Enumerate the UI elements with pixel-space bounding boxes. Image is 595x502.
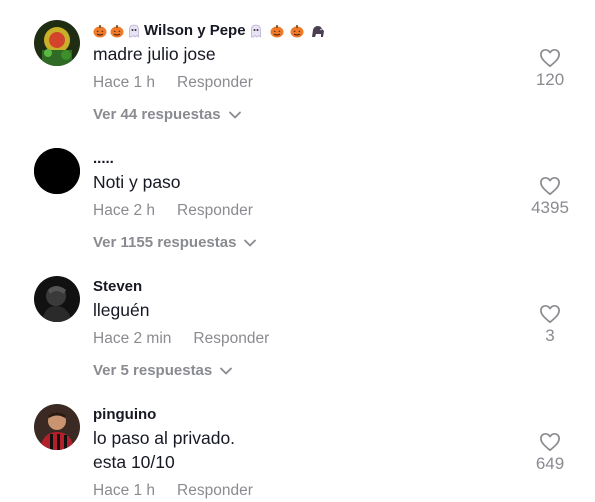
heart-outline-icon[interactable] xyxy=(539,432,561,452)
comment-meta: Hace 1 h Responder xyxy=(93,74,253,92)
comment-meta: Hace 2 h Responder xyxy=(93,202,253,220)
comment-timestamp: Hace 2 min xyxy=(93,330,172,347)
pumpkin-icon xyxy=(290,24,304,38)
view-replies-label: Ver 44 respuestas xyxy=(93,106,221,123)
username-text: ..... xyxy=(93,150,114,167)
chevron-down-icon xyxy=(244,239,257,246)
ghost-icon xyxy=(249,24,263,38)
username-text: Wilson y Pepe xyxy=(144,22,246,39)
like-control: 4395 xyxy=(525,176,575,218)
like-control: 649 xyxy=(525,432,575,474)
comment-meta: Hace 1 h Responder xyxy=(93,482,253,500)
comment-timestamp: Hace 2 h xyxy=(93,202,156,219)
pumpkin-icon xyxy=(93,24,107,38)
comment-text: Noti y paso xyxy=(93,172,181,192)
username-text: Steven xyxy=(93,278,143,295)
heart-outline-icon[interactable] xyxy=(539,304,561,324)
view-replies-button[interactable]: Ver 44 respuestas xyxy=(93,106,241,123)
view-replies-label: Ver 5 respuestas xyxy=(93,362,213,379)
chevron-down-icon xyxy=(228,111,241,118)
avatar[interactable] xyxy=(34,148,80,194)
comment-text: madre julio jose xyxy=(93,44,216,64)
comment-username[interactable]: Wilson y Pepe xyxy=(93,22,325,39)
avatar[interactable] xyxy=(34,20,80,66)
view-replies-label: Ver 1155 respuestas xyxy=(93,234,237,251)
comment-username[interactable]: Steven xyxy=(93,278,142,295)
reply-button[interactable]: Responder xyxy=(177,202,253,219)
like-count: 3 xyxy=(545,326,555,345)
view-replies-button[interactable]: Ver 1155 respuestas xyxy=(93,234,257,251)
reply-button[interactable]: Responder xyxy=(177,482,253,499)
comment-username[interactable]: pinguino xyxy=(93,406,156,423)
username-text: pinguino xyxy=(93,406,157,423)
comment-text: lo paso al privado. esta 10/10 xyxy=(93,426,235,474)
comment-timestamp: Hace 1 h xyxy=(93,74,156,91)
heart-outline-icon[interactable] xyxy=(539,176,561,196)
heart-outline-icon[interactable] xyxy=(539,48,561,68)
comment-text-line: lo paso al privado. xyxy=(93,428,236,448)
like-control: 120 xyxy=(525,48,575,90)
pumpkin-icon xyxy=(270,24,284,38)
view-replies-button[interactable]: Ver 5 respuestas xyxy=(93,362,233,379)
like-control: 3 xyxy=(525,304,575,346)
comment-text: lleguén xyxy=(93,300,150,320)
avatar[interactable] xyxy=(34,276,80,322)
like-count: 120 xyxy=(535,70,565,89)
avatar[interactable] xyxy=(34,404,80,450)
like-count: 649 xyxy=(535,454,565,473)
comment-meta: Hace 2 min Responder xyxy=(93,330,269,348)
like-count: 4395 xyxy=(531,198,569,217)
comment-timestamp: Hace 1 h xyxy=(93,482,156,499)
comment-username[interactable]: ..... xyxy=(93,150,114,167)
reply-button[interactable]: Responder xyxy=(193,330,269,347)
gorilla-icon xyxy=(311,24,325,38)
chevron-down-icon xyxy=(220,367,233,374)
ghost-icon xyxy=(127,24,141,38)
comment-text-line: esta 10/10 xyxy=(93,452,175,472)
reply-button[interactable]: Responder xyxy=(177,74,253,91)
pumpkin-icon xyxy=(110,24,124,38)
